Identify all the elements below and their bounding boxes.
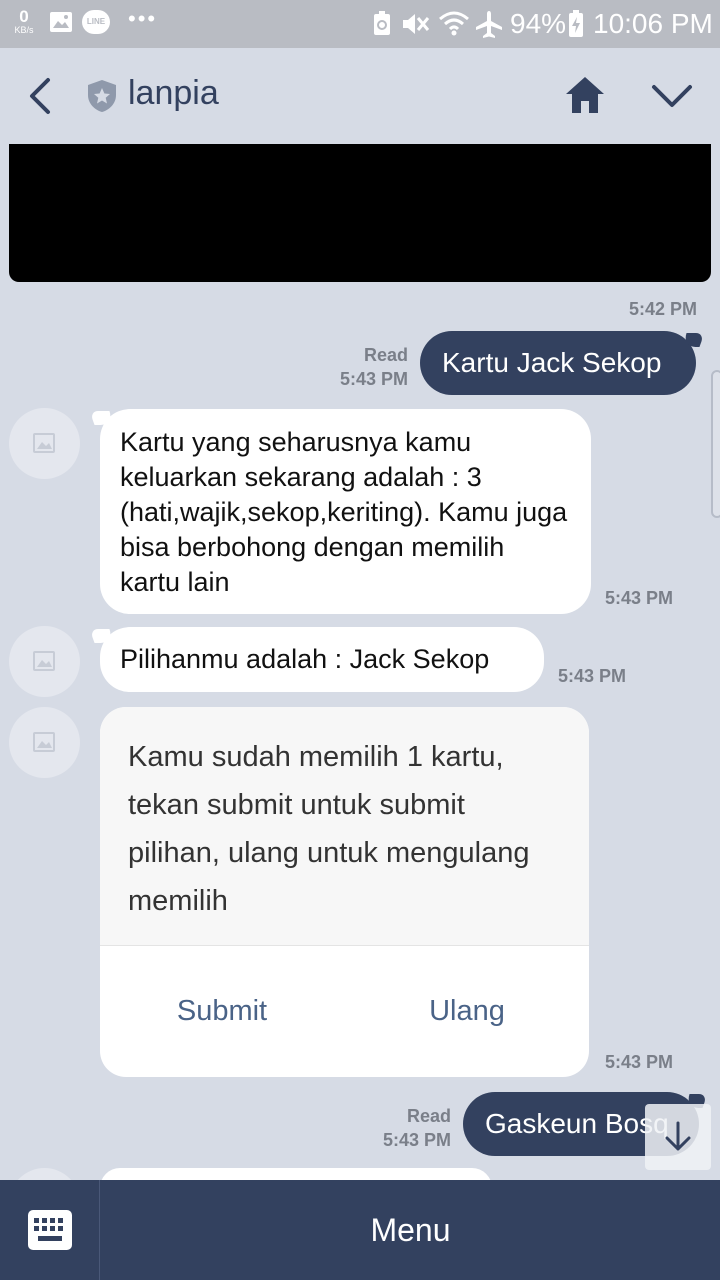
chat-area[interactable]: 5:42 PM Read 5:43 PM Kartu Jack Sekop Ka… xyxy=(0,144,720,1180)
read-receipt: Read 5:43 PM xyxy=(343,1104,451,1152)
incoming-message[interactable]: Pilihanmu adalah : Jack Sekop xyxy=(100,627,544,692)
battery-percent: 94% xyxy=(510,8,567,39)
avatar[interactable] xyxy=(9,1168,80,1180)
keyboard-button[interactable] xyxy=(0,1180,100,1280)
network-speed-unit: KB/s xyxy=(14,25,34,35)
airplane-mode-icon xyxy=(476,11,502,38)
more-notifications-icon: ••• xyxy=(128,6,158,31)
incoming-message[interactable]: Kartu yang seharusnya kamu keluarkan sek… xyxy=(100,409,591,614)
network-speed-value: 0 xyxy=(19,7,29,26)
read-label: Read xyxy=(406,1106,451,1126)
image-placeholder-icon xyxy=(33,433,55,453)
status-bar: 0 KB/s LINE ••• 94% 10:06 PM xyxy=(0,0,720,48)
clock: 10:06 PM xyxy=(593,8,713,39)
battery-charging-icon xyxy=(569,10,583,37)
message-time: 5:43 PM xyxy=(558,666,627,686)
read-label: Read xyxy=(363,345,408,365)
message-time: 5:43 PM xyxy=(605,1052,674,1072)
avatar[interactable] xyxy=(9,707,80,778)
avatar[interactable] xyxy=(9,408,80,479)
outgoing-message[interactable]: Kartu Jack Sekop xyxy=(420,331,696,395)
arrow-down-icon xyxy=(665,1121,691,1151)
ulang-button[interactable]: Ulang xyxy=(345,946,589,1077)
chat-header: lanpia xyxy=(0,48,720,144)
scroll-to-bottom-button[interactable] xyxy=(645,1104,711,1170)
incoming-message[interactable] xyxy=(100,1168,492,1180)
line-badge-text: LINE xyxy=(86,17,106,26)
scroll-handle[interactable] xyxy=(711,370,720,518)
network-speed: 0 KB/s xyxy=(8,8,40,35)
image-placeholder-icon xyxy=(33,651,55,671)
message-time: 5:43 PM xyxy=(605,588,674,608)
gallery-icon xyxy=(50,12,72,32)
home-icon[interactable] xyxy=(564,75,606,115)
redacted-image[interactable] xyxy=(9,144,711,282)
wifi-icon xyxy=(439,11,469,36)
avatar[interactable] xyxy=(9,626,80,697)
image-placeholder-icon xyxy=(33,732,55,752)
confirm-card: Kamu sudah memilih 1 kartu, tekan submit… xyxy=(100,707,589,1077)
mute-icon xyxy=(403,14,430,34)
message-time: 5:43 PM xyxy=(382,1130,451,1150)
chevron-down-icon[interactable] xyxy=(650,81,694,111)
official-account-shield-icon xyxy=(88,80,116,112)
card-text: Kamu sudah memilih 1 kartu, tekan submit… xyxy=(100,707,589,945)
menu-button[interactable]: Menu xyxy=(101,1180,720,1280)
chat-title: lanpia xyxy=(128,74,219,112)
message-time: 5:42 PM xyxy=(629,299,698,319)
back-arrow-icon[interactable] xyxy=(24,76,56,116)
bottom-bar: Menu xyxy=(0,1180,720,1280)
keyboard-icon xyxy=(28,1210,72,1250)
read-receipt: Read 5:43 PM xyxy=(300,343,408,391)
line-app-icon: LINE xyxy=(82,10,110,34)
submit-button[interactable]: Submit xyxy=(100,946,344,1077)
message-time: 5:43 PM xyxy=(339,369,408,389)
recycle-icon xyxy=(374,11,390,35)
